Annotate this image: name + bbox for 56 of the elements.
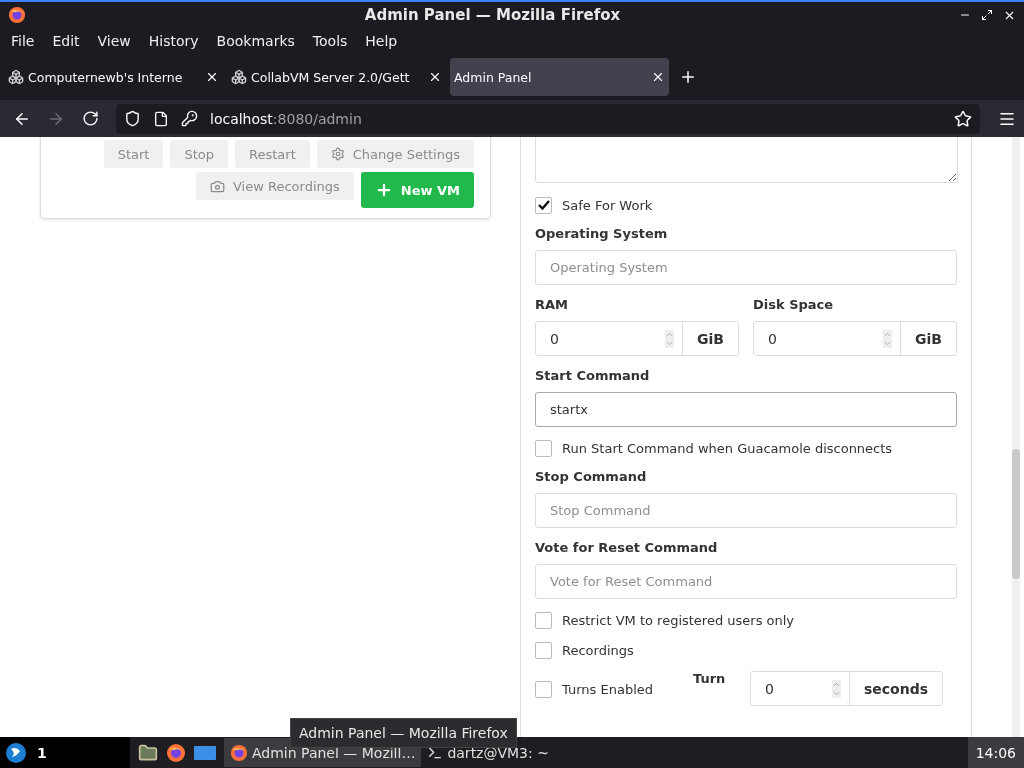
- checkbox[interactable]: [535, 439, 552, 457]
- shield-icon[interactable]: [124, 110, 141, 127]
- scrollbar[interactable]: [1012, 137, 1020, 737]
- gear-icon: [330, 147, 345, 161]
- boxes-icon: [231, 69, 247, 85]
- browser-tab[interactable]: CollabVM Server 2.0/Gett: [227, 58, 446, 96]
- checkbox[interactable]: [535, 196, 552, 214]
- tooltip: Admin Panel — Mozilla Firefox: [290, 718, 517, 748]
- workspace-number[interactable]: 1: [37, 744, 47, 761]
- checkbox-label: Recordings: [562, 642, 634, 658]
- close-icon[interactable]: [428, 70, 442, 84]
- field-label: Stop Command: [535, 469, 648, 486]
- menu-item[interactable]: Edit: [43, 33, 89, 49]
- field-label: Turn: [693, 671, 727, 686]
- maximize-icon[interactable]: [981, 8, 993, 21]
- url-host: localhost: [210, 110, 273, 127]
- firefox-icon: [8, 6, 26, 24]
- menu-item[interactable]: Help: [356, 33, 407, 49]
- menu-item[interactable]: Bookmarks: [207, 33, 304, 49]
- field-label: RAM: [535, 297, 569, 314]
- checkbox-label: Safe For Work: [562, 197, 653, 213]
- field-label: Operating System: [535, 226, 669, 243]
- key-icon[interactable]: [181, 110, 198, 127]
- menu-item[interactable]: Tools: [303, 33, 357, 49]
- checkbox[interactable]: [535, 641, 552, 659]
- checkbox-label: Run Start Command when Guacamole disconnects: [562, 440, 893, 456]
- close-icon[interactable]: [205, 70, 219, 84]
- window-title: Admin Panel — Mozilla Firefox: [363, 6, 622, 24]
- page-icon[interactable]: [153, 110, 169, 127]
- firefox-icon: [230, 743, 248, 762]
- new-tab-icon[interactable]: [679, 68, 697, 86]
- checkbox-label: Turns Enabled: [562, 682, 653, 697]
- boxes-icon: [8, 69, 24, 85]
- close-icon[interactable]: [651, 70, 665, 84]
- menu-item[interactable]: File: [2, 33, 44, 49]
- window-icon[interactable]: [194, 745, 216, 760]
- browser-tab[interactable]: Computernewb's Interne: [4, 58, 223, 96]
- checkbox[interactable]: [535, 681, 552, 698]
- url-path: :8080/admin: [272, 110, 362, 127]
- menu-item[interactable]: History: [139, 33, 208, 49]
- reload-icon[interactable]: [81, 110, 99, 127]
- clock: 14:06: [967, 737, 1024, 768]
- text-field[interactable]: startx: [535, 392, 957, 427]
- checkbox[interactable]: [535, 611, 552, 629]
- checkbox-label: Restrict VM to registered users only: [562, 612, 795, 628]
- field-label: Disk Space: [753, 297, 835, 314]
- field-label: Start Command: [535, 368, 651, 385]
- menu-item[interactable]: View: [88, 33, 140, 49]
- start-menu-icon[interactable]: [5, 741, 27, 764]
- field-label: Vote for Reset Command: [535, 540, 719, 557]
- url-bar[interactable]: localhost:8080/admin: [116, 103, 980, 134]
- camera-icon: [210, 178, 225, 194]
- bookmark-star-icon[interactable]: [954, 109, 972, 128]
- browser-tab[interactable]: Admin Panel: [450, 58, 669, 96]
- folder-icon[interactable]: [138, 742, 158, 763]
- firefox-icon: [166, 742, 186, 763]
